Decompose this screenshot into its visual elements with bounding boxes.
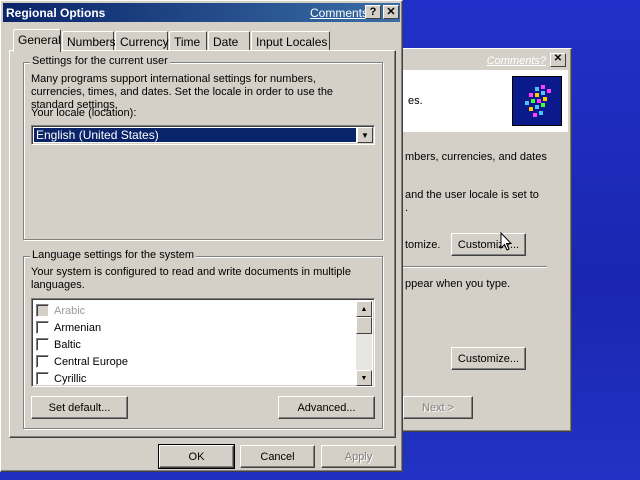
background-header: es. [402, 70, 568, 132]
scroll-down-arrow-icon[interactable]: ▼ [356, 370, 372, 386]
background-separator [403, 266, 547, 268]
help-button[interactable]: ? [365, 5, 381, 19]
background-customize-button-2[interactable]: Customize... [451, 347, 526, 370]
background-comments-link[interactable]: Comments? [487, 55, 546, 67]
background-title-bar[interactable]: Comments? ✕ [402, 52, 568, 70]
locale-dropdown[interactable]: English (United States) ▼ [31, 125, 375, 145]
dropdown-arrow-icon[interactable]: ▼ [357, 127, 373, 143]
mouse-pointer-icon [500, 232, 513, 251]
list-item-central-europe[interactable]: Central Europe [36, 353, 128, 370]
background-next-button[interactable]: Next > [403, 396, 473, 419]
list-item-baltic[interactable]: Baltic [36, 336, 81, 353]
language-label: Cyrillic [54, 372, 87, 385]
background-text-4: tomize. [405, 239, 441, 251]
system-languages-description: Your system is configured to read and wr… [31, 266, 351, 291]
scroll-up-arrow-icon[interactable]: ▲ [356, 301, 372, 317]
cancel-button[interactable]: Cancel [240, 445, 315, 468]
checkbox-armenian[interactable] [36, 321, 49, 334]
background-text-5: ppear when you type. [405, 278, 511, 290]
language-list-scrollbar[interactable]: ▲ ▼ [356, 301, 372, 386]
set-default-button[interactable]: Set default... [31, 396, 128, 419]
language-label: Arabic [54, 304, 86, 317]
apply-button[interactable]: Apply [321, 445, 396, 468]
scrollbar-thumb[interactable] [356, 317, 372, 334]
system-languages-group-label: Language settings for the system [30, 249, 197, 261]
language-list[interactable]: Arabic Armenian Baltic Central Europe Cy… [31, 298, 375, 387]
regional-options-dialog[interactable]: Regional Options Comments? ? ✕ General N… [0, 0, 403, 472]
checkbox-cyrillic[interactable] [36, 372, 49, 385]
background-close-button[interactable]: ✕ [550, 53, 566, 67]
background-text-2: and the user locale is set to [405, 189, 539, 201]
locale-label: Your locale (location): [31, 107, 137, 119]
title-bar[interactable]: Regional Options Comments? ? ✕ [3, 3, 400, 22]
user-settings-group-label: Settings for the current user [30, 55, 170, 67]
tab-general[interactable]: General [13, 29, 61, 52]
locale-selected-value: English (United States) [33, 127, 357, 143]
background-wizard-window[interactable]: Comments? ✕ es. mbers, currencies, and d… [398, 48, 572, 432]
language-label: Central Europe [54, 355, 128, 368]
list-item-cyrillic[interactable]: Cyrillic [36, 370, 86, 387]
background-text-3: . [405, 202, 409, 214]
background-text-1: mbers, currencies, and dates [405, 151, 547, 163]
globe-logo-icon [512, 76, 562, 126]
list-item-armenian[interactable]: Armenian [36, 319, 101, 336]
language-label: Baltic [54, 338, 81, 351]
background-customize-button-1[interactable]: Customize... [451, 233, 526, 256]
checkbox-arabic[interactable] [36, 304, 49, 317]
tab-numbers[interactable]: Numbers [62, 31, 116, 51]
tab-currency[interactable]: Currency [115, 31, 169, 51]
ok-button[interactable]: OK [158, 444, 235, 469]
window-title: Regional Options [6, 6, 106, 20]
advanced-button[interactable]: Advanced... [278, 396, 375, 419]
checkbox-baltic[interactable] [36, 338, 49, 351]
list-item-arabic[interactable]: Arabic [36, 302, 85, 319]
checkbox-central-europe[interactable] [36, 355, 49, 368]
tab-time[interactable]: Time [169, 31, 207, 51]
language-label: Armenian [54, 321, 102, 334]
background-header-text: es. [408, 95, 423, 107]
tab-input-locales[interactable]: Input Locales [251, 31, 330, 51]
tab-date[interactable]: Date [208, 31, 250, 51]
close-button[interactable]: ✕ [383, 5, 399, 19]
